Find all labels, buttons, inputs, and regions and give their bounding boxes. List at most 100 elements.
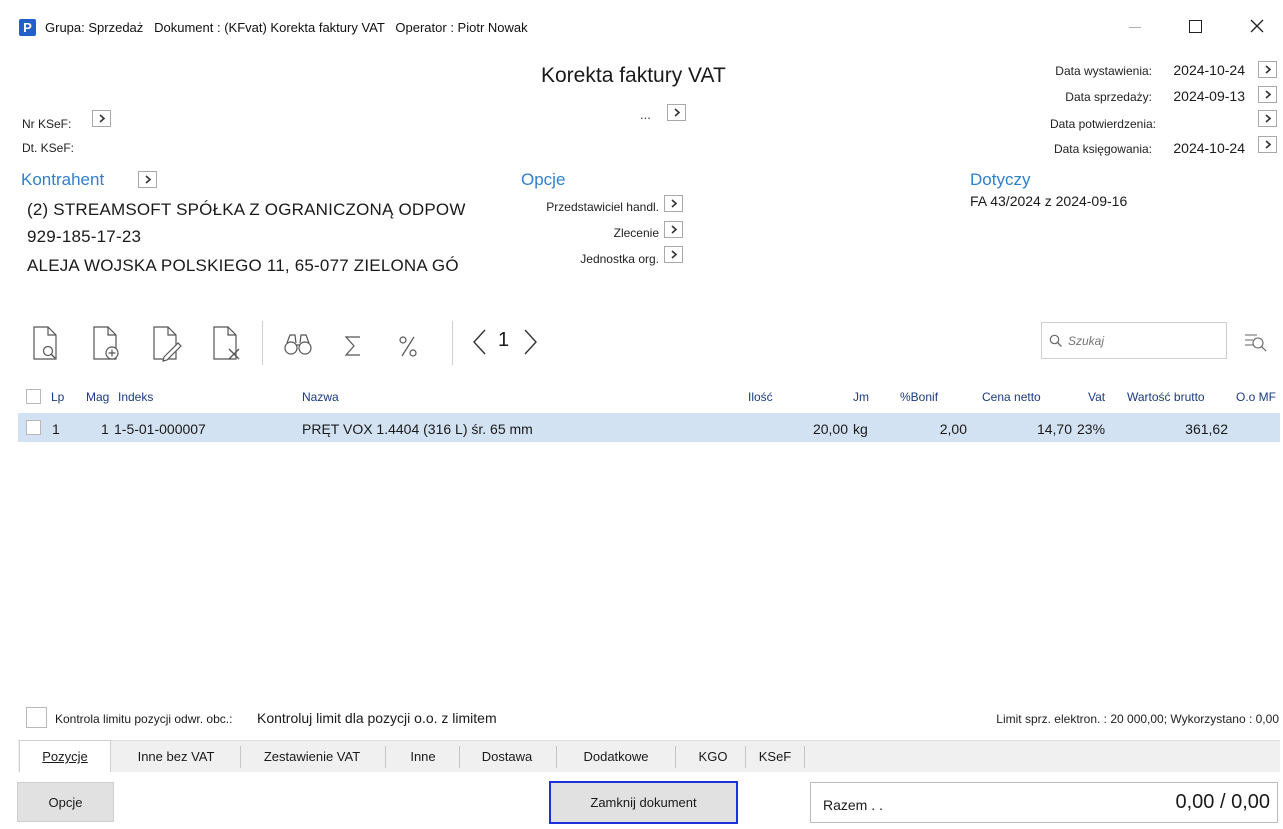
- chevron-right-icon: [1264, 114, 1271, 123]
- date-sale-button[interactable]: [1258, 86, 1277, 103]
- opcje-heading: Opcje: [521, 170, 566, 189]
- document-number-button[interactable]: [667, 104, 686, 121]
- tab-kgo[interactable]: KGO: [679, 740, 747, 772]
- binoculars-icon[interactable]: [280, 323, 316, 363]
- tab-inne[interactable]: Inne: [389, 740, 457, 772]
- chevron-right-icon: [1264, 140, 1271, 149]
- document-title: Korekta faktury VAT: [541, 64, 726, 87]
- opcje-unit-button[interactable]: [664, 246, 683, 263]
- search-icon: [1049, 334, 1062, 347]
- next-page-button[interactable]: [520, 327, 540, 357]
- minimize-button[interactable]: [1129, 27, 1141, 28]
- document-edit-icon[interactable]: [148, 323, 184, 363]
- ksef-nr-button[interactable]: [92, 110, 111, 127]
- tab-separator: [459, 746, 460, 768]
- col-header-bonif[interactable]: %Bonif: [900, 390, 938, 404]
- col-header-indeks[interactable]: Indeks: [118, 390, 153, 404]
- tab-separator: [240, 746, 241, 768]
- tab-label: KSeF: [758, 748, 792, 764]
- toolbar-separator: [262, 321, 263, 365]
- toolbar-separator: [452, 321, 453, 365]
- chevron-right-icon: [670, 225, 677, 234]
- opcje-salesrep-label: Przedstawiciel handl.: [546, 200, 659, 214]
- razem-box: Razem . . 0,00 / 0,00: [810, 782, 1278, 823]
- dotyczy-value: FA 43/2024 z 2024-09-16: [970, 193, 1128, 209]
- chevron-right-icon: [670, 199, 677, 208]
- date-issue-label: Data wystawienia:: [1055, 64, 1152, 78]
- maximize-button[interactable]: [1189, 20, 1202, 33]
- document-number: ...: [640, 107, 651, 122]
- sum-icon[interactable]: [335, 323, 371, 363]
- tab-inne-bez-vat[interactable]: Inne bez VAT: [116, 740, 236, 772]
- opcje-button[interactable]: Opcje: [17, 782, 114, 822]
- date-confirm-button[interactable]: [1258, 110, 1277, 127]
- cell-wartosc: 361,62: [1185, 421, 1228, 437]
- chevron-right-icon: [524, 329, 537, 355]
- document-preview-icon[interactable]: [28, 323, 64, 363]
- kontrahent-button[interactable]: [138, 171, 157, 188]
- limit-value[interactable]: Kontroluj limit dla pozycji o.o. z limit…: [257, 710, 497, 726]
- tab-label: Dodatkowe: [583, 748, 649, 764]
- limit-checkbox[interactable]: [26, 707, 47, 728]
- razem-label: Razem . .: [823, 797, 883, 813]
- col-header-ilosc[interactable]: Ilość: [748, 390, 773, 404]
- row-checkbox[interactable]: [26, 420, 41, 435]
- col-header-cena[interactable]: Cena netto: [982, 390, 1041, 404]
- opcje-salesrep-button[interactable]: [664, 195, 683, 212]
- tab-pozycje[interactable]: Pozycje: [19, 740, 111, 772]
- date-issue-button[interactable]: [1258, 61, 1277, 78]
- search-input[interactable]: [1066, 331, 1216, 351]
- ksef-dt-label: Dt. KSeF:: [22, 141, 75, 155]
- close-window-button[interactable]: [1247, 16, 1267, 36]
- tab-separator: [745, 746, 746, 768]
- tab-dostawa[interactable]: Dostawa: [463, 740, 551, 772]
- tab-zestawienie-vat[interactable]: Zestawienie VAT: [244, 740, 380, 772]
- date-booking-button[interactable]: [1258, 136, 1277, 153]
- cell-jm: kg: [853, 421, 868, 437]
- tab-ksef[interactable]: KSeF: [749, 740, 801, 772]
- app-icon: P: [19, 19, 36, 36]
- opcje-order-label: Zlecenie: [613, 226, 659, 240]
- chevron-right-icon: [1264, 90, 1271, 99]
- chevron-right-icon: [1264, 65, 1271, 74]
- date-booking-value: 2024-10-24: [1173, 140, 1245, 156]
- col-header-wartosc[interactable]: Wartość brutto: [1127, 390, 1205, 404]
- document-delete-icon[interactable]: [208, 323, 244, 363]
- limit-label: Kontrola limitu pozycji odwr. obc.:: [55, 712, 233, 726]
- cell-cena: 14,70: [1036, 421, 1072, 437]
- select-all-checkbox[interactable]: [26, 389, 41, 404]
- percent-icon[interactable]: [390, 323, 426, 363]
- date-confirm-label: Data potwierdzenia:: [1049, 117, 1156, 131]
- dotyczy-heading: Dotyczy: [970, 170, 1031, 189]
- tab-label: Dostawa: [481, 748, 533, 764]
- col-header-nazwa[interactable]: Nazwa: [302, 390, 339, 404]
- chevron-left-icon: [473, 329, 486, 355]
- prev-page-button[interactable]: [470, 327, 490, 357]
- tab-label: KGO: [698, 748, 728, 764]
- opcje-order-button[interactable]: [664, 221, 683, 238]
- chevron-right-icon: [673, 108, 680, 117]
- cell-bonif: 2,00: [939, 421, 967, 437]
- cell-nazwa: PRĘT VOX 1.4404 (316 L) śr. 65 mm: [302, 421, 533, 437]
- cell-ilosc: 20,00: [812, 421, 848, 437]
- limit-info: Limit sprz. elektron. : 20 000,00; Wykor…: [996, 712, 1279, 726]
- cell-mag: 1: [101, 421, 109, 437]
- tab-label: Zestawienie VAT: [263, 748, 361, 764]
- col-header-oo[interactable]: O.o MF: [1236, 390, 1276, 404]
- kontrahent-block: (2) STREAMSOFT SPÓŁKA Z OGRANICZONĄ ODPO…: [27, 200, 503, 286]
- search-box[interactable]: [1041, 322, 1227, 359]
- tab-separator: [675, 746, 676, 768]
- close-document-button[interactable]: Zamknij dokument: [549, 781, 738, 824]
- document-add-icon[interactable]: [88, 323, 124, 363]
- date-sale-value: 2024-09-13: [1173, 88, 1245, 104]
- col-header-lp[interactable]: Lp: [51, 390, 64, 404]
- tab-separator: [804, 746, 805, 768]
- col-header-jm[interactable]: Jm: [853, 390, 869, 404]
- col-header-mag[interactable]: Mag: [86, 390, 109, 404]
- col-header-vat[interactable]: Vat: [1088, 390, 1105, 404]
- date-sale-label: Data sprzedaży:: [1065, 90, 1152, 104]
- page-number: 1: [498, 329, 510, 351]
- cell-lp: 1: [52, 421, 60, 437]
- filter-search-button[interactable]: [1243, 330, 1269, 354]
- tab-dodatkowe[interactable]: Dodatkowe: [560, 740, 672, 772]
